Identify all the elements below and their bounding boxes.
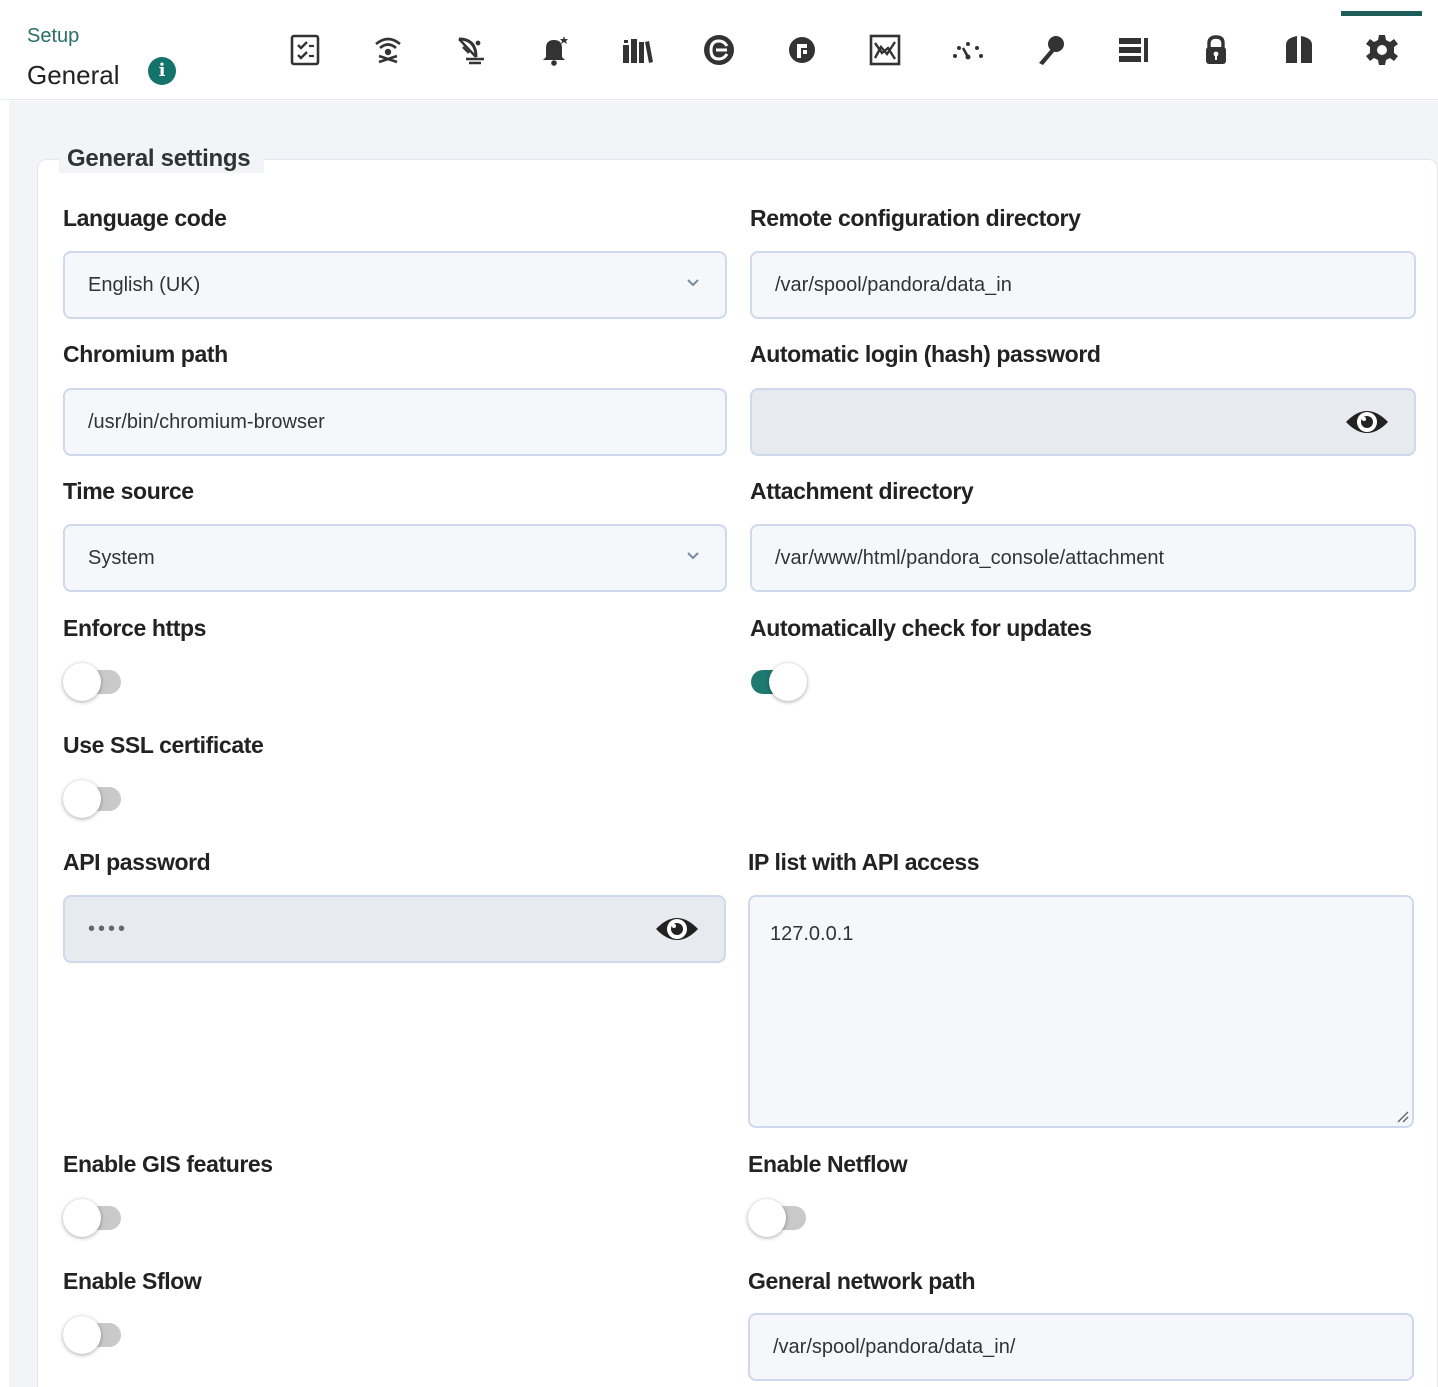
gauge-icon	[952, 42, 983, 60]
ip-list-api-textarea[interactable]: 127.0.0.1	[748, 895, 1414, 1128]
enable-netflow-label: Enable Netflow	[748, 1151, 908, 1177]
page-header: Setup General i	[0, 0, 1438, 100]
server-stack-icon	[1119, 38, 1149, 62]
bell-icon	[542, 36, 568, 66]
enterprise-logo-icon	[704, 35, 735, 65]
auto-check-updates-toggle[interactable]	[747, 662, 809, 702]
language-code-select[interactable]: English (UK)	[63, 251, 727, 319]
open-logo-icon	[789, 37, 816, 63]
chevron-down-icon	[687, 279, 699, 287]
checklist-icon	[291, 34, 320, 66]
language-code-value: English (UK)	[88, 273, 201, 296]
setup-tabs	[264, 0, 1423, 100]
attachment-dir-value: /var/www/html/pandora_console/attachment	[775, 546, 1165, 569]
remote-config-dir-input[interactable]: /var/spool/pandora/data_in	[750, 251, 1416, 319]
tab-library[interactable]	[595, 0, 678, 100]
tab-open[interactable]	[761, 0, 844, 100]
page-title: General	[27, 60, 120, 90]
tab-checklist[interactable]	[264, 0, 347, 100]
chevron-down-icon	[687, 552, 699, 560]
time-source-select[interactable]: System	[63, 524, 727, 592]
tab-alerts[interactable]	[512, 0, 595, 100]
key-icon	[1038, 36, 1064, 65]
wireless-tower-icon	[375, 37, 402, 64]
auto-login-password-label: Automatic login (hash) password	[750, 341, 1101, 367]
enforce-https-toggle[interactable]	[63, 662, 125, 702]
time-source-label: Time source	[63, 478, 194, 504]
library-icon	[622, 39, 653, 63]
tab-servers[interactable]	[1092, 0, 1175, 100]
enforce-https-label: Enforce https	[63, 615, 207, 641]
enable-sflow-toggle[interactable]	[63, 1315, 125, 1355]
enable-netflow-toggle[interactable]	[748, 1198, 810, 1238]
use-ssl-cert-label: Use SSL certificate	[63, 732, 264, 758]
general-network-path-input[interactable]: /var/spool/pandora/data_in/	[748, 1313, 1414, 1381]
enable-gis-label: Enable GIS features	[63, 1151, 273, 1177]
tab-performance[interactable]	[926, 0, 1009, 100]
api-password-input[interactable]: ••••	[63, 895, 726, 963]
info-icon[interactable]: i	[148, 57, 176, 85]
general-network-path-value: /var/spool/pandora/data_in/	[773, 1335, 1016, 1358]
chart-box-icon	[869, 34, 901, 66]
content-area: General settings Language code English (…	[9, 101, 1438, 1387]
remote-config-dir-label: Remote configuration directory	[750, 205, 1081, 231]
eye-icon[interactable]	[1344, 404, 1390, 440]
api-password-label: API password	[63, 849, 211, 875]
tab-enterprise[interactable]	[678, 0, 761, 100]
tab-general[interactable]	[1340, 0, 1423, 100]
attachment-dir-input[interactable]: /var/www/html/pandora_console/attachment	[750, 524, 1416, 592]
auto-check-updates-label: Automatically check for updates	[750, 615, 1092, 641]
tab-wireless[interactable]	[347, 0, 430, 100]
fieldset-legend: General settings	[59, 145, 265, 173]
ip-list-api-label: IP list with API access	[748, 849, 980, 875]
remote-config-dir-value: /var/spool/pandora/data_in	[775, 273, 1012, 296]
general-network-path-label: General network path	[748, 1268, 976, 1294]
attachment-dir-label: Attachment directory	[750, 478, 974, 504]
general-settings-fieldset	[37, 159, 1438, 1387]
ip-list-api-value: 127.0.0.1	[770, 923, 854, 945]
eye-icon[interactable]	[654, 911, 700, 947]
tab-visual[interactable]	[1258, 0, 1341, 100]
tab-security[interactable]	[1175, 0, 1258, 100]
breadcrumb[interactable]: Setup	[27, 25, 79, 48]
enable-sflow-label: Enable Sflow	[63, 1268, 202, 1294]
satellite-dish-icon	[458, 37, 484, 65]
chromium-path-value: /usr/bin/chromium-browser	[88, 410, 325, 433]
tab-charts[interactable]	[844, 0, 927, 100]
enable-gis-toggle[interactable]	[63, 1198, 125, 1238]
chromium-path-input[interactable]: /usr/bin/chromium-browser	[63, 388, 727, 456]
tab-authentication[interactable]	[1009, 0, 1092, 100]
use-ssl-cert-toggle[interactable]	[63, 779, 125, 819]
time-source-value: System	[88, 546, 155, 569]
split-columns-icon	[1285, 36, 1312, 63]
resize-handle-icon[interactable]	[1395, 1109, 1409, 1123]
language-code-label: Language code	[63, 205, 227, 231]
auto-login-password-input[interactable]	[750, 388, 1416, 456]
chromium-path-label: Chromium path	[63, 341, 228, 367]
tab-satellite[interactable]	[430, 0, 513, 100]
gear-icon	[1365, 35, 1398, 65]
lock-icon	[1206, 35, 1227, 64]
api-password-value: ••••	[88, 917, 129, 940]
